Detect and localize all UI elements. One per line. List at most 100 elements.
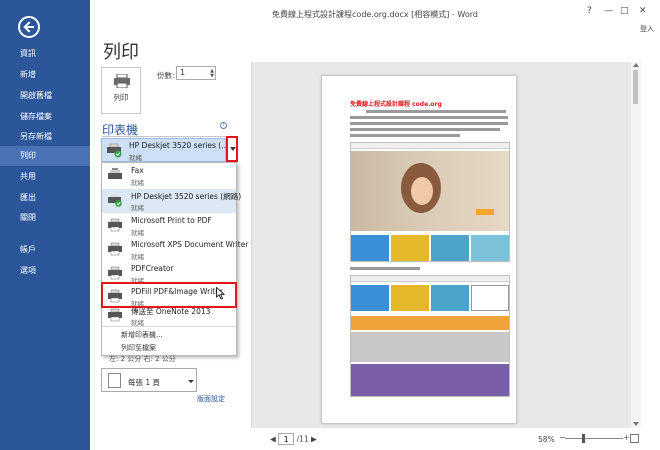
default-printer-icon xyxy=(107,143,122,158)
nav-item-options[interactable]: 選項 xyxy=(0,261,90,281)
nav-item-save[interactable]: 儲存檔案 xyxy=(0,107,90,127)
preview-screenshot-1 xyxy=(350,142,510,262)
sign-in-link[interactable]: 登入 xyxy=(640,24,654,34)
close-button[interactable]: ✕ xyxy=(639,6,647,16)
text-line xyxy=(350,116,508,119)
margins-text: 左: 2 公分 右: 2 公分 xyxy=(109,355,176,363)
thumbnail xyxy=(351,235,389,261)
page-number-input[interactable] xyxy=(278,433,295,445)
selected-printer-name: HP Deskjet 3520 series (... xyxy=(129,141,229,150)
thumbnail xyxy=(471,235,509,261)
orange-band xyxy=(351,316,509,330)
page-setup-link[interactable]: 版面設定 xyxy=(197,394,225,404)
back-arrow-icon[interactable] xyxy=(18,16,40,38)
printer-status: 就緒 xyxy=(131,253,144,261)
default-printer-icon xyxy=(108,194,122,207)
thumbnail xyxy=(391,285,429,311)
printer-option-microsoft-pdf[interactable]: Microsoft Print to PDF 就緒 xyxy=(102,214,236,238)
printer-option-hp-deskjet[interactable]: HP Deskjet 3520 series (網路) 就緒 xyxy=(102,189,241,213)
zoom-slider-handle[interactable] xyxy=(582,434,585,443)
pages-per-sheet-select[interactable]: 每張 1 頁 xyxy=(101,368,197,392)
mouse-cursor-icon xyxy=(216,287,225,300)
next-page-icon[interactable]: ▶ xyxy=(311,435,317,444)
person-photo xyxy=(401,163,441,213)
restore-button[interactable]: □ xyxy=(620,6,629,16)
add-printer-command[interactable]: 新增印表機... xyxy=(121,330,163,340)
printer-name: Fax xyxy=(131,166,144,175)
section-divider xyxy=(102,136,228,137)
browser-bar xyxy=(351,276,509,282)
nav-item-export[interactable]: 匯出 xyxy=(0,188,90,208)
zoom-to-page-icon[interactable] xyxy=(630,434,639,443)
zoom-level: 58% xyxy=(538,435,555,444)
printer-name: Microsoft Print to PDF xyxy=(131,216,212,225)
printer-name: Microsoft XPS Document Writer xyxy=(131,240,249,249)
browser-bar xyxy=(351,143,509,149)
nav-item-info[interactable]: 資訊 xyxy=(0,44,90,64)
spin-down-icon[interactable]: ▼ xyxy=(210,73,214,79)
title-bar: 免費線上程式設計課程code.org.docx [相容模式] - Word xyxy=(90,0,660,24)
printer-status: 就緒 xyxy=(131,229,144,237)
printer-select[interactable]: HP Deskjet 3520 series (... 就緒 xyxy=(101,138,229,162)
nav-item-new[interactable]: 新增 xyxy=(0,65,90,85)
thumbnail xyxy=(391,235,429,261)
preview-scrollbar[interactable] xyxy=(631,62,641,428)
copies-label: 份數: xyxy=(157,71,175,80)
printer-icon xyxy=(108,218,122,232)
text-line xyxy=(350,122,508,125)
nav-item-print[interactable]: 列印 xyxy=(0,146,90,166)
printer-status: 就緒 xyxy=(131,204,144,212)
print-button-label: 列印 xyxy=(113,93,129,102)
scroll-thumb[interactable] xyxy=(633,70,638,104)
printer-icon xyxy=(108,266,122,280)
scroll-up-icon[interactable] xyxy=(633,63,639,67)
text-line xyxy=(350,134,460,137)
nav-item-save-as[interactable]: 另存新檔 xyxy=(0,127,90,147)
nav-item-account[interactable]: 帳戶 xyxy=(0,240,90,260)
thumbnail xyxy=(351,285,389,311)
pages-per-sheet-label: 每張 1 頁 xyxy=(128,378,161,387)
printer-dropdown-list: Fax 就緒 HP Deskjet 3520 series (網路) 就緒 Mi… xyxy=(101,162,248,356)
printer-icon xyxy=(108,308,122,322)
printer-status: 就緒 xyxy=(131,179,144,187)
page-total: /11 xyxy=(296,434,309,444)
language-menu xyxy=(471,285,509,311)
thumbnail xyxy=(431,235,469,261)
printer-icon xyxy=(108,242,122,256)
backstage-nav: 資訊 新增 開啟舊檔 儲存檔案 另存新檔 列印 共用 匯出 關閉 帳戶 選項 xyxy=(0,0,90,450)
copies-stepper[interactable]: 1 ▲ ▼ xyxy=(176,66,216,80)
printer-dropdown-button[interactable] xyxy=(226,136,238,162)
hero-image xyxy=(351,151,509,231)
thumbnail-row xyxy=(351,235,509,261)
purple-footer xyxy=(351,364,509,396)
orange-button xyxy=(476,209,494,215)
printer-name: HP Deskjet 3520 series (網路) xyxy=(131,192,242,201)
preview-doc-title: 免費線上程式設計課程 code.org xyxy=(350,101,442,108)
page-navigator: ◀ /11 ▶ xyxy=(270,433,317,445)
copies-value: 1 xyxy=(180,68,186,77)
help-button[interactable]: ? xyxy=(587,6,592,16)
window-title: 免費線上程式設計課程code.org.docx [相容模式] - Word xyxy=(272,10,478,19)
text-line xyxy=(350,128,500,131)
printer-option-xps-writer[interactable]: Microsoft XPS Document Writer 就緒 xyxy=(102,238,248,262)
minimize-button[interactable]: — xyxy=(604,6,613,16)
prev-page-icon[interactable]: ◀ xyxy=(270,435,276,444)
scroll-down-icon[interactable] xyxy=(633,422,639,426)
margins-setting[interactable]: 左: 2 公分 右: 2 公分 xyxy=(101,348,197,366)
page-icon xyxy=(108,373,121,388)
zoom-in-icon[interactable]: + xyxy=(623,433,630,442)
dropdown-divider xyxy=(102,326,236,327)
text-line xyxy=(366,110,506,113)
preview-page: 免費線上程式設計課程 code.org xyxy=(321,75,517,424)
print-button[interactable]: 列印 xyxy=(101,67,141,114)
preview-screenshot-2 xyxy=(350,275,510,397)
gray-band xyxy=(351,332,509,362)
info-icon[interactable]: i xyxy=(220,122,227,129)
printer-icon xyxy=(114,74,130,88)
nav-item-close[interactable]: 關閉 xyxy=(0,208,90,228)
fax-printer-icon xyxy=(108,168,122,179)
nav-item-open[interactable]: 開啟舊檔 xyxy=(0,86,90,106)
printer-option-fax[interactable]: Fax 就緒 xyxy=(102,164,236,188)
zoom-slider[interactable] xyxy=(565,438,623,439)
nav-item-share[interactable]: 共用 xyxy=(0,167,90,187)
